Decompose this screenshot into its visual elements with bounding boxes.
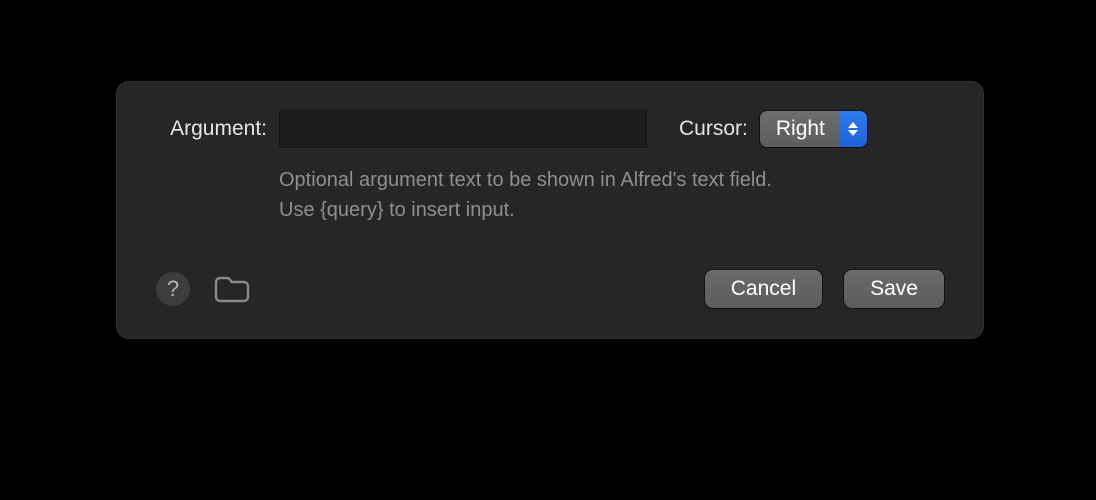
cursor-select-value: Right xyxy=(760,111,839,147)
cancel-button[interactable]: Cancel xyxy=(705,270,822,308)
help-icon: ? xyxy=(156,272,190,306)
cursor-label: Cursor: xyxy=(679,117,748,141)
cursor-select[interactable]: Right xyxy=(760,111,867,147)
save-button[interactable]: Save xyxy=(844,270,944,308)
folder-icon xyxy=(212,273,252,305)
argument-row: Argument: Cursor: Right xyxy=(156,109,944,149)
help-text-line1: Optional argument text to be shown in Al… xyxy=(279,169,772,191)
argument-help-text: Optional argument text to be shown in Al… xyxy=(279,165,899,225)
dialog-panel: Argument: Cursor: Right Optional argumen… xyxy=(115,80,985,340)
help-text-line2: Use {query} to insert input. xyxy=(279,199,515,221)
chevron-up-icon xyxy=(848,122,858,128)
chevron-down-icon xyxy=(848,130,858,136)
open-folder-button[interactable] xyxy=(212,273,252,305)
dialog-footer: ? Cancel Save xyxy=(156,267,944,311)
help-button[interactable]: ? xyxy=(156,272,190,306)
argument-label: Argument: xyxy=(156,117,267,141)
cancel-button-label: Cancel xyxy=(731,277,796,301)
argument-input[interactable] xyxy=(279,110,647,148)
save-button-label: Save xyxy=(870,277,918,301)
dropdown-stepper-icon xyxy=(839,111,867,147)
